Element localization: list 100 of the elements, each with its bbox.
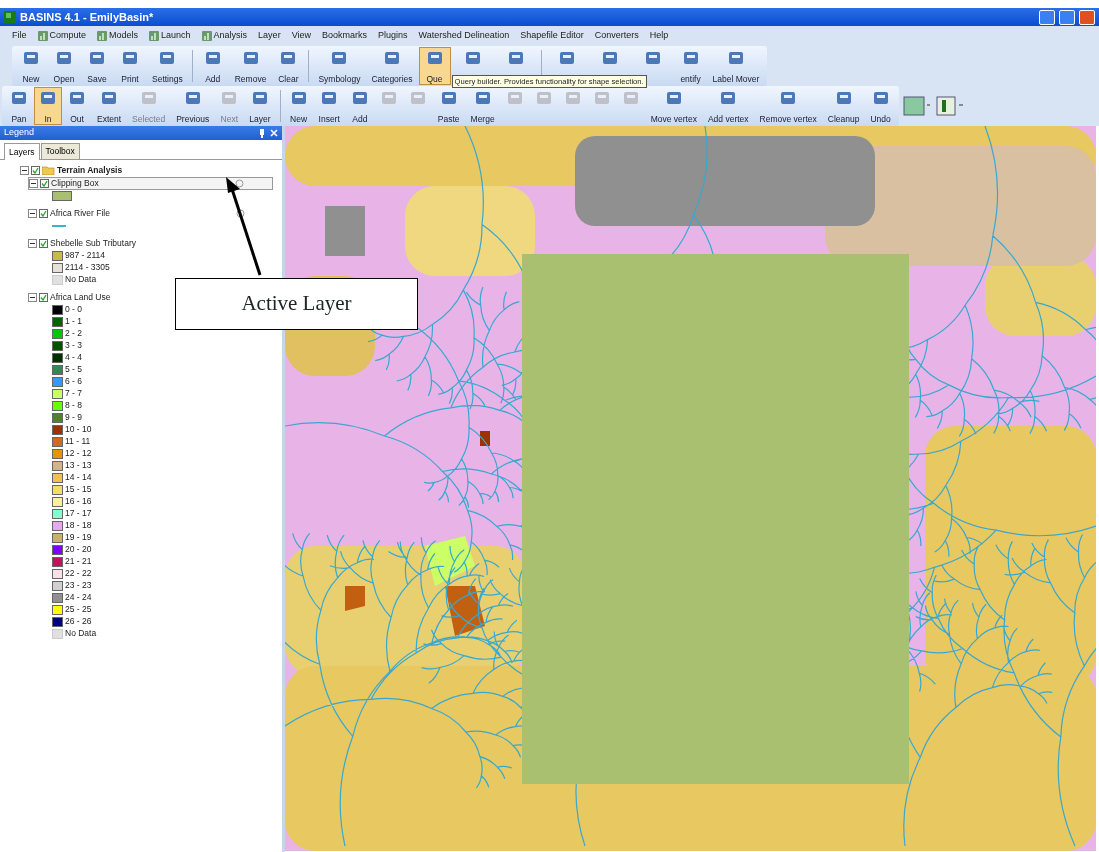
panel-tab[interactable]: Toolbox: [40, 143, 80, 159]
layer-checkbox[interactable]: [31, 165, 40, 175]
menu-item[interactable]: Watershed Delineation: [418, 29, 510, 43]
toolbar-button[interactable]: Print: [114, 47, 146, 85]
toolbar-button[interactable]: Label Mover: [707, 47, 765, 85]
toolbar-button[interactable]: Move vertex: [645, 87, 702, 125]
toolbar-button[interactable]: Cleanup: [822, 87, 865, 125]
toolbar-button[interactable]: Clear: [272, 47, 305, 85]
layer-row[interactable]: Terrain Analysis: [20, 163, 123, 177]
toolbar-button[interactable]: Categories: [366, 47, 418, 85]
toolbar-button[interactable]: In: [34, 87, 62, 125]
menu-item[interactable]: Plugins: [378, 29, 408, 43]
toolbar-button[interactable]: Symbology: [313, 47, 366, 85]
tool-icon: [379, 89, 398, 107]
close-button[interactable]: [1079, 9, 1095, 25]
tool-icon: [39, 89, 57, 107]
layer-status-icon: [235, 178, 244, 188]
toolbar-button[interactable]: Extent: [92, 87, 127, 125]
toolbar-button[interactable]: Add vertex: [702, 87, 754, 125]
tool-icon: [779, 89, 798, 107]
tool-icon: [643, 49, 662, 67]
toolbar-button[interactable]: Que: [418, 47, 451, 85]
menu-item[interactable]: File: [12, 29, 27, 43]
tool-icon: [241, 49, 260, 67]
menu-item[interactable]: Layer: [258, 29, 281, 43]
menu-item[interactable]: Models: [97, 29, 139, 43]
tool-icon: [100, 89, 119, 107]
app-icon: [4, 11, 16, 23]
layer-row[interactable]: Shebelle Sub Tributary: [28, 236, 136, 250]
toolbar-button[interactable]: Previous: [171, 87, 215, 125]
legend-label: 7 - 7: [65, 387, 82, 401]
menu-item[interactable]: Shapefile Editor: [520, 29, 584, 43]
toolbar-button[interactable]: Open: [48, 47, 80, 85]
toolbar-button[interactable]: Save: [81, 47, 113, 85]
maximize-button[interactable]: [1059, 9, 1075, 25]
layer-row[interactable]: Clipping Box: [28, 176, 273, 190]
menu-item[interactable]: View: [291, 29, 311, 43]
toolbar-button[interactable]: entify: [674, 47, 707, 85]
legend-label: 20 - 20: [65, 543, 92, 557]
minimize-button[interactable]: [1039, 9, 1055, 25]
toolbar-button[interactable]: Add: [345, 87, 374, 125]
toolbar-button[interactable]: Out: [63, 87, 91, 125]
menu-item[interactable]: Launch: [149, 29, 191, 43]
tool-icon: [289, 89, 308, 107]
legend-label: 3 - 3: [65, 339, 82, 353]
toolbar-button[interactable]: Paste: [432, 87, 465, 125]
menu-item[interactable]: Compute: [37, 29, 87, 43]
toolbar-button[interactable]: Settings: [147, 47, 188, 85]
tool-icon: [250, 89, 269, 107]
tool-icon: [68, 89, 86, 107]
menu-item[interactable]: Analysis: [201, 29, 248, 43]
tool-icon: [88, 49, 106, 67]
layer-name: Africa River File: [50, 206, 110, 220]
layer-checkbox[interactable]: [39, 208, 48, 218]
tool-icon: [425, 49, 444, 67]
tool-icon: [330, 49, 349, 67]
toolbar-button[interactable]: Undo: [865, 87, 896, 125]
expand-toggle[interactable]: [28, 208, 37, 218]
layer-row[interactable]: Africa River File: [28, 206, 273, 220]
close-button[interactable]: [270, 128, 278, 138]
expand-toggle[interactable]: [29, 178, 38, 188]
tool-icon: [871, 89, 890, 107]
legend-label: No Data: [65, 627, 97, 641]
tool-icon: [463, 49, 482, 67]
layer-checkbox[interactable]: [39, 238, 48, 248]
legend-label: 21 - 21: [65, 555, 92, 569]
legend-label: 16 - 16: [65, 495, 92, 509]
expand-toggle[interactable]: [28, 238, 37, 248]
layer-row[interactable]: Africa Land Use: [28, 290, 111, 304]
panel-tab[interactable]: Layers: [4, 143, 40, 160]
legend-label: 12 - 12: [65, 447, 92, 461]
pin-button[interactable]: [257, 128, 266, 138]
expand-toggle[interactable]: [28, 292, 37, 302]
tool-icon: [158, 49, 177, 67]
toolbar-button[interactable]: Insert: [313, 87, 345, 125]
toolbar-button[interactable]: Remove: [229, 47, 272, 85]
toolbar-button[interactable]: Add: [196, 47, 229, 85]
legend-label: 14 - 14: [65, 471, 92, 485]
toolbar-button[interactable]: Remove vertex: [754, 87, 822, 125]
callout-label: Active Layer: [175, 278, 418, 330]
layer-checkbox[interactable]: [40, 178, 49, 188]
tool-icon: [473, 89, 492, 107]
menu-item[interactable]: Bookmarks: [322, 29, 367, 43]
layer-checkbox[interactable]: [39, 292, 48, 302]
menu-item[interactable]: Help: [649, 29, 669, 43]
tool-icon: [139, 89, 158, 107]
legend-label: 13 - 13: [65, 459, 92, 473]
toolbar-button[interactable]: New: [15, 47, 47, 85]
legend-label: 2 - 2: [65, 327, 82, 341]
tool-icon: [600, 49, 619, 67]
toolbar-button[interactable]: New: [284, 87, 313, 125]
panel-dropdown-button[interactable]: [935, 95, 966, 117]
menu-item[interactable]: Converters: [594, 29, 639, 43]
toolbar-button[interactable]: Pan: [5, 87, 33, 125]
tool-icon: [279, 49, 298, 67]
legend-label: 24 - 24: [65, 591, 92, 605]
legend-label: 8 - 8: [65, 399, 82, 413]
tool-icon: [505, 89, 524, 107]
toolbar-button[interactable]: Layer: [244, 87, 276, 125]
expand-toggle[interactable]: [20, 165, 29, 175]
